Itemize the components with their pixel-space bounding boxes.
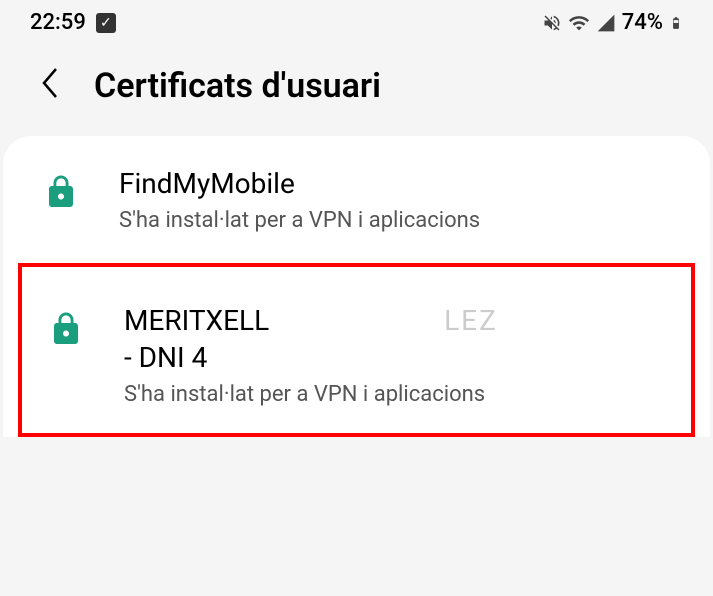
certificate-item-highlighted[interactable]: MERITXELL LEZ - DNI 4 S'ha instal·lat pe… xyxy=(18,263,695,437)
header: Certificats d'usuari xyxy=(0,45,713,136)
certificate-info: FindMyMobile S'ha instal·lat per a VPN i… xyxy=(119,166,680,233)
certificate-list: FindMyMobile S'ha instal·lat per a VPN i… xyxy=(3,136,710,437)
page-title: Certificats d'usuari xyxy=(94,66,381,106)
battery-percent: 74% xyxy=(622,10,663,35)
certificate-name: FindMyMobile xyxy=(119,166,680,202)
status-bar: 22:59 ✓ 74% xyxy=(0,0,713,45)
lock-icon xyxy=(48,311,84,351)
wifi-icon xyxy=(568,12,590,34)
status-time: 22:59 xyxy=(30,10,86,35)
certificate-name-redacted-suffix: LEZ xyxy=(444,304,498,337)
status-right: 74% xyxy=(542,10,683,35)
certificate-info: MERITXELL LEZ - DNI 4 S'ha instal·lat pe… xyxy=(124,303,665,407)
lock-icon xyxy=(43,174,79,214)
back-button[interactable] xyxy=(38,65,62,106)
certificate-name-redacted xyxy=(276,304,437,337)
certificate-subtitle: S'ha instal·lat per a VPN i aplicacions xyxy=(119,208,680,233)
certificate-subtitle: S'ha instal·lat per a VPN i aplicacions xyxy=(124,382,665,407)
certificate-name-line1: MERITXELL xyxy=(124,304,269,337)
certificate-name: MERITXELL LEZ - DNI 4 xyxy=(124,303,665,376)
mute-icon xyxy=(542,13,562,33)
certificate-name-line2: - DNI 4 xyxy=(124,341,207,374)
status-left: 22:59 ✓ xyxy=(30,10,116,35)
checkbox-icon: ✓ xyxy=(96,13,116,33)
certificate-item[interactable]: FindMyMobile S'ha instal·lat per a VPN i… xyxy=(3,136,710,263)
signal-icon xyxy=(596,13,616,33)
battery-icon xyxy=(669,12,683,34)
